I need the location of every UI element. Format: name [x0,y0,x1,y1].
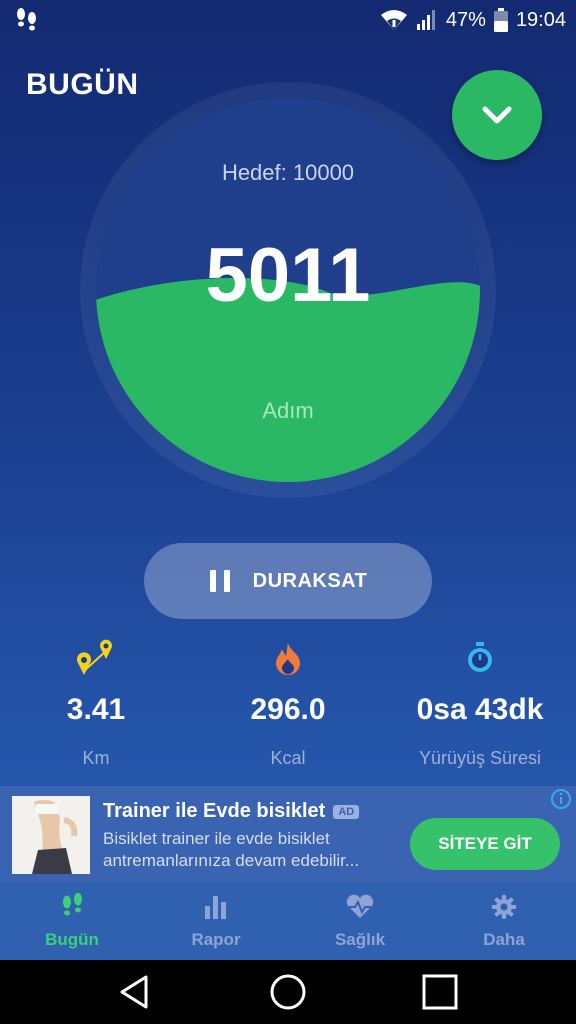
wifi-icon [380,10,407,30]
recents-icon[interactable] [420,972,460,1012]
goal-text: Hedef: 10000 [221,160,355,185]
nav-item-report[interactable]: Rapor [144,882,288,960]
status-icons: 47% 19:04 [380,6,566,34]
signal-icon [416,10,435,30]
home-icon[interactable] [268,972,308,1012]
step-count: 5011 [205,233,371,318]
ad-image[interactable] [12,796,90,874]
distance-label: Km [82,748,110,768]
ad-description-line1: Bisiklet trainer ile evde bisiklet [103,829,330,848]
heart-pulse-icon [346,894,374,918]
ad-title-text: Trainer ile Evde bisiklet [103,800,326,822]
nav-label-today: Bugün [45,930,99,949]
nav-label-report: Rapor [191,930,241,949]
route-pins-icon [77,639,112,675]
duration-label: Yürüyüş Süresi [418,748,542,768]
app-steps-icon [17,8,36,31]
status-bar: 47% 19:04 [0,0,576,40]
bar-chart-icon [205,896,226,919]
app-screen: 47% 19:04 BUGÜN Hedef: 10000 5011 Adım D… [0,0,576,960]
nav-item-more[interactable]: Daha [432,882,576,960]
calories-value: 296.0 [250,693,326,726]
nav-label-health: Sağlık [334,930,386,949]
clock: 19:04 [515,8,566,31]
stopwatch-icon [468,642,492,672]
ad-description-line2: antremanlarınıza devam edebilir... [103,851,360,870]
chevron-down-icon [482,106,512,124]
pause-button[interactable]: DURAKSAT [144,543,432,619]
distance-value: 3.41 [66,693,126,726]
stat-duration: 0sa 43dk Yürüyüş Süresi [384,634,576,769]
calories-label: Kcal [270,748,306,768]
system-nav-bar [0,960,576,1024]
duration-value: 0sa 43dk [416,693,544,726]
battery-icon [493,8,508,32]
ad-description: Bisiklet trainer ile evde bisiklet antre… [103,828,403,872]
pause-label: DURAKSAT [252,569,368,592]
nav-label-more: Daha [483,930,525,949]
footsteps-icon [63,893,82,916]
gear-icon [492,895,516,919]
back-icon[interactable] [116,972,156,1012]
stat-calories: 296.0 Kcal [192,634,384,769]
bottom-nav: Bugün Rapor Sağlık Daha [0,882,576,960]
pause-icon [209,570,230,592]
ad-badge: AD [333,804,360,819]
step-unit: Adım [262,398,314,423]
nav-item-today[interactable]: Bugün [0,882,144,960]
battery-percent: 47% [445,8,486,31]
ad-banner[interactable]: Trainer ile Evde bisiklet AD Bisiklet tr… [0,786,576,882]
stat-distance: 3.41 Km [0,634,192,769]
nav-item-health[interactable]: Sağlık [288,882,432,960]
ad-title: Trainer ile Evde bisiklet AD [103,800,360,823]
page-title: BUGÜN [26,68,139,101]
ad-cta-button[interactable]: SİTEYE GİT [410,818,560,870]
info-icon[interactable] [550,788,572,810]
flame-icon [276,643,300,675]
